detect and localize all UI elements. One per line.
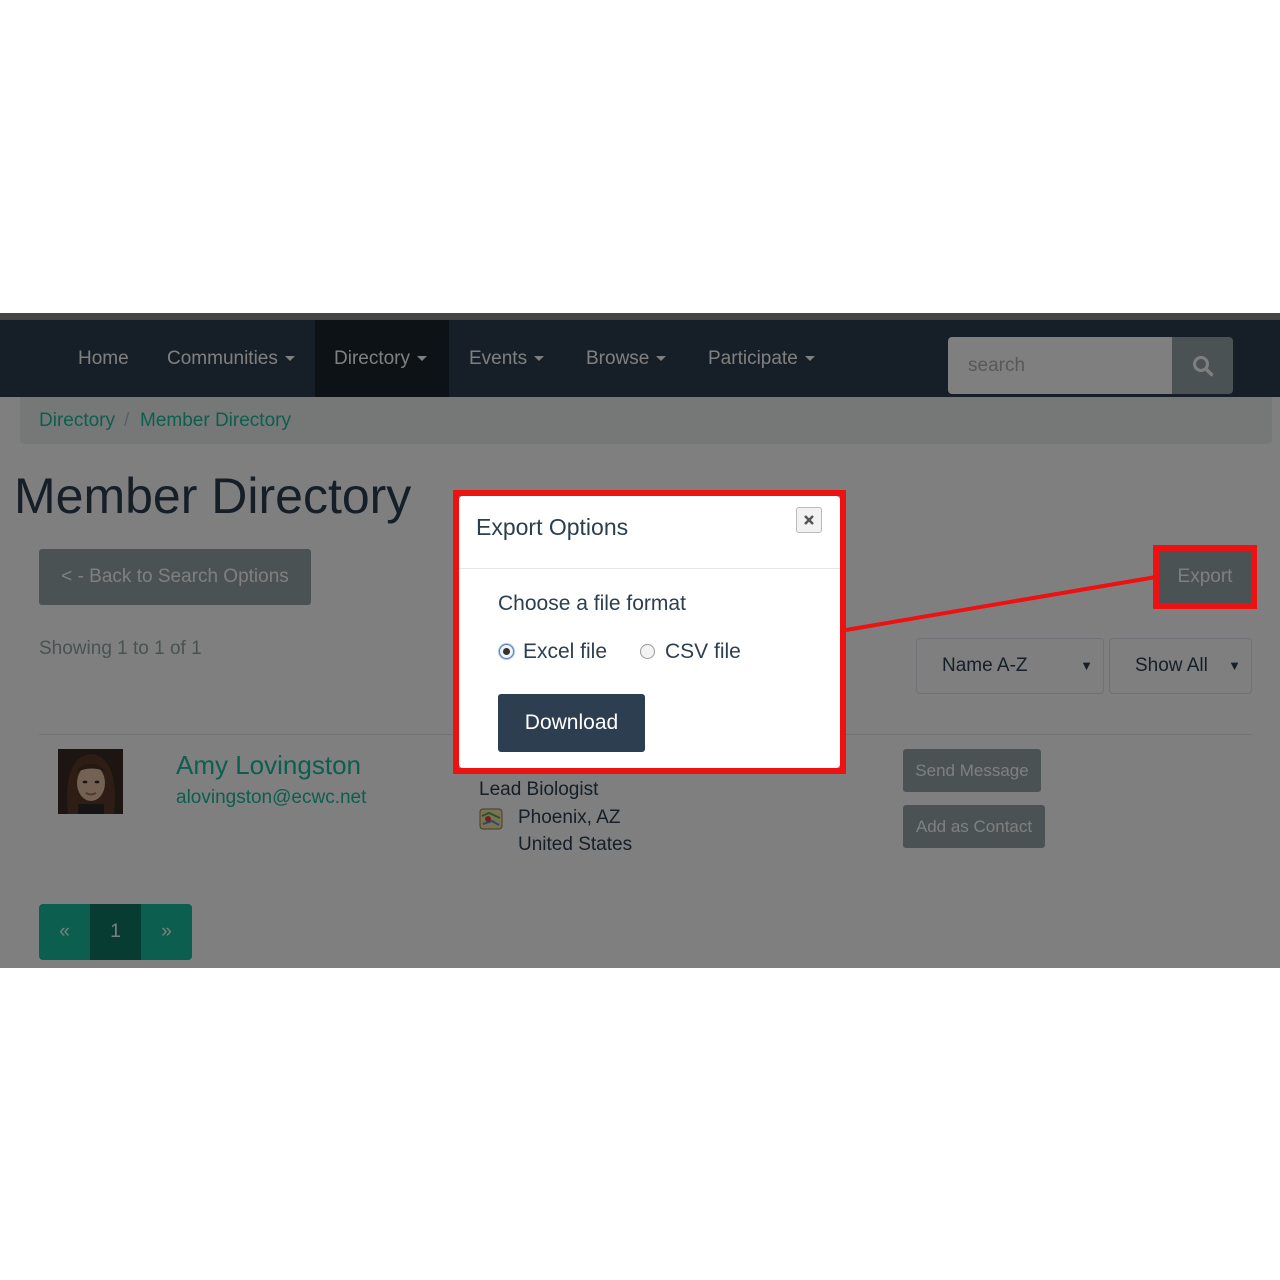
highlight-connector-line — [845, 575, 1157, 632]
app-screenshot: Home Communities Directory Events Browse… — [0, 313, 1280, 968]
